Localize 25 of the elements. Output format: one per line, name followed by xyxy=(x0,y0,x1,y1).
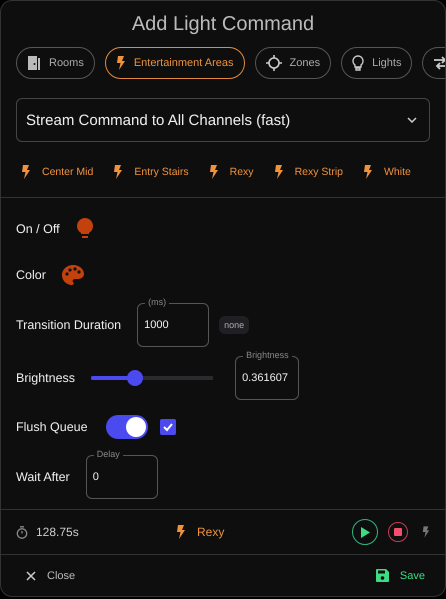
field-label: Brightness xyxy=(243,350,292,361)
area-item[interactable]: Rexy Strip xyxy=(294,166,343,178)
setting-label: On / Off xyxy=(16,222,60,236)
dialog-title: Add Light Command xyxy=(130,13,316,36)
area-item[interactable]: White xyxy=(384,166,411,178)
setting-label: Color xyxy=(16,268,46,282)
tab[interactable]: Zones xyxy=(254,47,332,79)
command-select[interactable]: Stream Command to All Channels (fast) xyxy=(16,98,430,142)
setting-label: Brightness xyxy=(16,371,76,385)
area-item[interactable]: Center Mid xyxy=(42,166,94,178)
field-label: Delay xyxy=(94,449,123,460)
area-item[interactable]: Rexy xyxy=(230,166,254,178)
setting-label: Wait After xyxy=(16,470,70,484)
tab[interactable]: Lights xyxy=(341,47,412,79)
area-item[interactable]: Entry Stairs xyxy=(134,166,189,178)
save-button[interactable]: Save xyxy=(376,569,425,582)
duration-text: 128.75s xyxy=(36,525,79,539)
none-chip[interactable]: none xyxy=(219,316,250,334)
setting-label: Flush Queue xyxy=(16,420,88,434)
tab[interactable]: Rooms xyxy=(16,47,95,79)
close-button[interactable]: Close xyxy=(26,570,76,582)
target-name: Rexy xyxy=(197,525,224,539)
tab[interactable]: Entertainment Areas xyxy=(104,47,245,79)
field-label: (ms) xyxy=(145,297,170,308)
setting-label: Transition Duration xyxy=(16,318,122,332)
